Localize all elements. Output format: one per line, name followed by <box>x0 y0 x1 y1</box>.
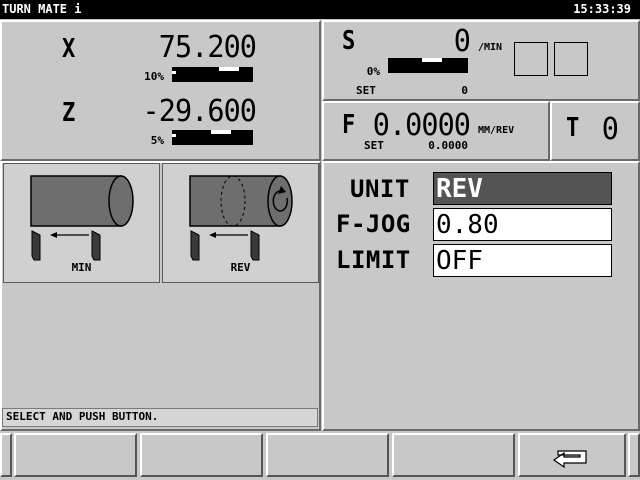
z-axis-label: Z <box>62 98 76 128</box>
feed-value: 0.0000 <box>372 108 471 143</box>
tool-number: 0 <box>601 112 619 147</box>
x-bar-marker <box>219 67 239 71</box>
limit-field[interactable]: OFF <box>433 244 612 277</box>
feed-per-rev-button[interactable]: REV <box>162 163 319 283</box>
mode-min-label: MIN <box>71 261 92 274</box>
x-position-value: 75.200 <box>158 30 257 65</box>
z-bar-marker <box>211 130 231 134</box>
return-button[interactable] <box>518 433 626 477</box>
feed-set-value: 0.0000 <box>428 139 468 152</box>
x-axis-label: X <box>62 34 76 64</box>
unit-label: UNIT <box>350 175 410 203</box>
spindle-set-value: 0 <box>461 84 468 97</box>
feed-set-label: SET <box>364 139 384 152</box>
unit-field[interactable]: REV <box>433 172 612 205</box>
spindle-unit: /MIN <box>478 42 503 53</box>
softkey-1[interactable] <box>14 433 137 477</box>
z-position-value: -29.600 <box>142 94 257 129</box>
app-title: TURN MATE i <box>2 2 82 16</box>
f-jog-field[interactable]: 0.80 <box>433 208 612 241</box>
x-override-percent: 10% <box>144 70 164 83</box>
z-bar-track <box>172 134 176 137</box>
spindle-label: S <box>342 26 356 56</box>
tool-label: T <box>566 113 580 143</box>
spindle-gear-box-2 <box>554 42 588 76</box>
mode-rev-label: REV <box>230 261 251 274</box>
feed-per-min-button[interactable]: MIN <box>3 163 160 283</box>
status-message: SELECT AND PUSH BUTTON. <box>2 408 318 427</box>
x-override-bar <box>172 67 253 82</box>
z-override-bar <box>172 130 253 145</box>
spindle-bar-marker <box>422 58 442 62</box>
limit-label: LIMIT <box>336 246 411 274</box>
softkey-left-edge[interactable] <box>0 433 12 477</box>
softkey-3[interactable] <box>266 433 389 477</box>
x-bar-track <box>172 71 176 74</box>
return-arrow-icon <box>552 450 587 469</box>
feed-label: F <box>342 110 356 140</box>
spindle-speed-value: 0 <box>453 24 471 59</box>
title-bar: TURN MATE i 15:33:39 <box>0 0 640 19</box>
spindle-set-label: SET <box>356 84 376 97</box>
spindle-override-bar <box>388 58 468 73</box>
softkey-2[interactable] <box>140 433 263 477</box>
z-override-percent: 5% <box>150 134 164 147</box>
spindle-override-percent: 0% <box>366 65 380 78</box>
softkey-right-edge[interactable] <box>628 433 640 477</box>
clock: 15:33:39 <box>573 2 631 16</box>
spindle-gear-box-1 <box>514 42 548 76</box>
softkey-4[interactable] <box>392 433 515 477</box>
f-jog-label: F-JOG <box>336 210 411 238</box>
feed-unit: MM/REV <box>478 125 515 136</box>
